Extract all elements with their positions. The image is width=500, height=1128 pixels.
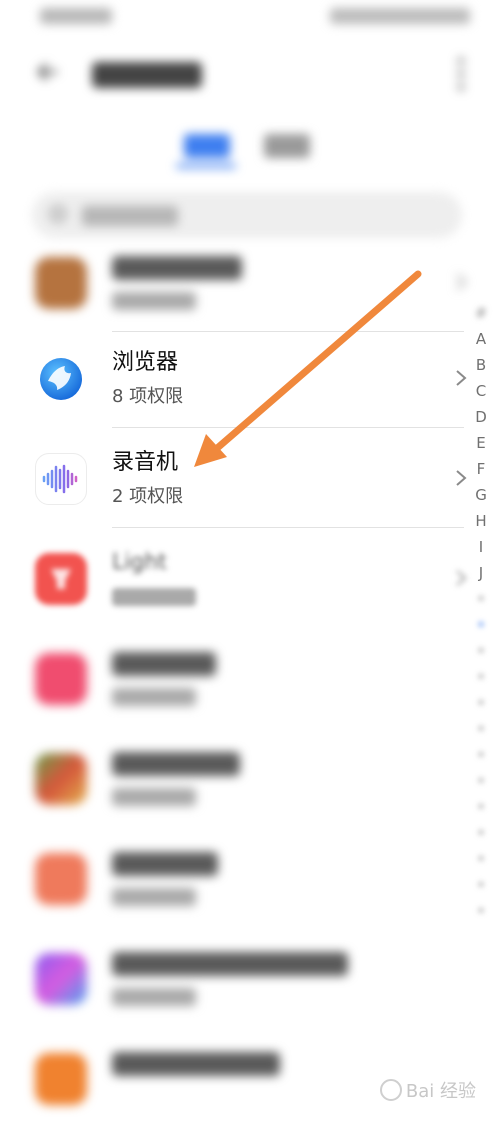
tab-bar [170,128,350,170]
index-letter[interactable]: E [476,430,485,456]
recorder-icon [35,453,87,505]
index-letter-blurred[interactable]: • [477,820,486,846]
app-icon [35,953,87,1005]
index-letter[interactable]: C [476,378,486,404]
search-placeholder [82,206,178,226]
chevron-right-icon [456,470,467,486]
app-name-placeholder [112,752,240,776]
light-icon [35,553,87,605]
index-letter[interactable]: F [477,456,486,482]
app-permission-placeholder [112,292,196,310]
app-permission-placeholder [112,588,196,606]
app-header [0,50,500,100]
app-icon [35,257,87,309]
tab-permissions[interactable] [264,134,310,158]
list-item-browser[interactable]: 浏览器 8 项权限 [0,328,470,428]
app-permission-placeholder [112,888,196,906]
status-bar [0,0,500,34]
paw-logo-icon [379,1079,402,1101]
app-permission-placeholder [112,788,196,806]
index-letter-blurred[interactable]: • [477,612,486,638]
list-item[interactable] [0,728,470,828]
index-letter[interactable]: H [475,508,486,534]
app-name-placeholder [112,1052,280,1076]
index-letter[interactable]: D [475,404,487,430]
page-title [92,62,202,88]
index-letter-blurred[interactable]: • [477,664,486,690]
chevron-right-icon [456,274,467,290]
app-icon [35,653,87,705]
watermark-text: Bai 经验 [405,1081,476,1102]
app-name-placeholder [112,652,216,676]
app-name: Light [112,550,167,575]
app-permission-count: 8 项权限 [112,386,184,407]
index-letter-blurred[interactable]: • [477,586,486,612]
app-permission-placeholder [112,988,196,1006]
index-letter[interactable]: A [476,326,486,352]
app-name: 浏览器 [112,350,179,375]
status-icons [330,8,470,24]
index-letter[interactable]: # [475,300,488,326]
alphabet-index[interactable]: # A B C D E F G H I J • • • • • • • • • • • • • [470,300,492,924]
index-letter[interactable]: I [479,534,483,560]
watermark: Bai 经验 [379,1077,476,1103]
index-letter[interactable]: J [479,560,483,586]
index-letter-blurred[interactable]: • [477,690,486,716]
browser-icon [35,353,87,405]
list-item[interactable] [0,628,470,728]
index-letter-blurred[interactable]: • [477,742,486,768]
list-item[interactable] [0,232,470,332]
search-icon [50,206,66,222]
arrow-left-icon[interactable] [34,58,62,86]
index-letter-blurred[interactable]: • [477,716,486,742]
app-icon [35,753,87,805]
tab-indicator [176,164,236,168]
app-icon [35,1053,87,1105]
status-time [40,8,112,24]
app-name-placeholder [112,952,348,976]
app-name-placeholder [112,256,242,280]
index-letter[interactable]: B [476,352,486,378]
app-permission-count: 2 项权限 [112,486,184,507]
index-letter-blurred[interactable]: • [477,872,486,898]
index-letter-blurred[interactable]: • [477,898,486,924]
list-item-light[interactable]: Light [0,528,470,628]
app-name-placeholder [112,852,218,876]
app-icon [35,853,87,905]
index-letter-blurred[interactable]: • [477,846,486,872]
list-item-recorder[interactable]: 录音机 2 项权限 [0,428,470,528]
index-letter-blurred[interactable]: • [477,638,486,664]
chevron-right-icon [456,370,467,386]
chevron-right-icon [456,570,467,586]
more-vertical-icon[interactable] [456,58,466,90]
index-letter-blurred[interactable]: • [477,768,486,794]
list-item[interactable] [0,828,470,928]
app-permission-placeholder [112,688,196,706]
tab-apps[interactable] [184,134,230,158]
app-name: 录音机 [112,450,179,475]
list-item[interactable] [0,928,470,1028]
index-letter[interactable]: G [475,482,487,508]
index-letter-blurred[interactable]: • [477,794,486,820]
